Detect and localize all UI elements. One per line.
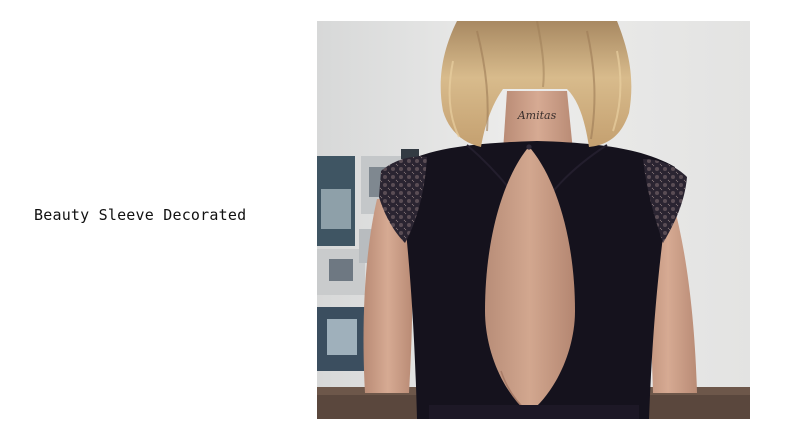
waistband [429, 405, 639, 419]
product-photo-illustration: Amitas [317, 21, 750, 419]
feature-caption: Beauty Sleeve Decorated [34, 206, 247, 224]
product-detail-section: Beauty Sleeve Decorated Amitas [0, 0, 790, 443]
product-photo: Amitas [317, 21, 750, 419]
back-button-closure [526, 144, 532, 150]
neck-tattoo: Amitas [517, 109, 557, 122]
